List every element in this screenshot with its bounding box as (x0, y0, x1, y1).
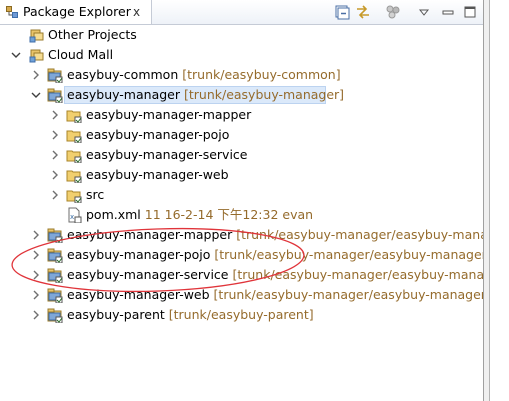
project-icon (47, 287, 63, 303)
project-icon (47, 247, 63, 263)
package-explorer-view: Package Explorer ⅹ Other Projects Cloud … (0, 0, 484, 401)
tree-item-module-service[interactable]: easybuy-manager-service (0, 145, 483, 165)
folder-icon (66, 147, 82, 163)
working-set-icon (29, 47, 45, 63)
collapsed-twisty-icon[interactable] (49, 149, 61, 161)
tree-item-label-wrap: easybuy-manager-service [trunk/easybuy-m… (67, 267, 483, 283)
tree-item-label-wrap: easybuy-parent [trunk/easybuy-parent] (67, 307, 314, 323)
tree-item-label: easybuy-manager-service (86, 147, 248, 162)
collapsed-twisty-icon[interactable] (49, 129, 61, 141)
tree-item-label-wrap: easybuy-manager-pojo [trunk/easybuy-mana… (67, 247, 483, 263)
project-icon (47, 267, 63, 283)
tree-item-project-pojo[interactable]: easybuy-manager-pojo [trunk/easybuy-mana… (0, 245, 483, 265)
maximize-icon[interactable] (462, 4, 478, 20)
tree-item-label: src (86, 187, 105, 202)
link-with-editor-icon[interactable] (355, 4, 371, 20)
project-tree: Other Projects Cloud Mall easybuy-common… (0, 25, 483, 401)
tree-item-other-projects[interactable]: Other Projects (0, 25, 483, 45)
project-icon (47, 227, 63, 243)
tree-item-label-wrap: easybuy-manager [trunk/easybuy-manager] (67, 87, 344, 103)
collapse-all-icon[interactable] (334, 4, 350, 20)
file-name: pom.xml (86, 207, 141, 222)
project-name: easybuy-manager (67, 87, 180, 102)
tree-item-module-pojo[interactable]: easybuy-manager-pojo (0, 125, 483, 145)
collapsed-twisty-icon[interactable] (30, 229, 42, 241)
tree-item-label: easybuy-manager-pojo (86, 127, 230, 142)
collapsed-twisty-icon[interactable] (30, 249, 42, 261)
tree-item-pom-xml[interactable]: pom.xml 11 16-2-14 下午12:32 evan (0, 205, 483, 225)
adjacent-view-panel (489, 0, 509, 401)
tree-item-project-parent[interactable]: easybuy-parent [trunk/easybuy-parent] (0, 305, 483, 325)
view-tab-bar: Package Explorer ⅹ (0, 0, 483, 25)
tree-item-project-mapper[interactable]: easybuy-manager-mapper [trunk/easybuy-ma… (0, 225, 483, 245)
tree-item-easybuy-common[interactable]: easybuy-common [trunk/easybuy-common] (0, 65, 483, 85)
focus-task-icon[interactable] (385, 4, 401, 20)
collapsed-twisty-icon[interactable] (30, 269, 42, 281)
tree-item-easybuy-manager[interactable]: easybuy-manager [trunk/easybuy-manager] (0, 85, 483, 105)
expanded-twisty-icon[interactable] (10, 49, 22, 61)
project-name: easybuy-manager-service (67, 267, 229, 282)
xml-file-icon (66, 207, 82, 223)
tree-item-label: easybuy-manager-mapper (86, 107, 252, 122)
project-name: easybuy-manager-web (67, 287, 210, 302)
working-set-icon (29, 27, 45, 43)
svn-decoration: [trunk/easybuy-manager] (183, 87, 345, 102)
tree-item-label-wrap: easybuy-common [trunk/easybuy-common] (67, 67, 341, 83)
expanded-twisty-icon[interactable] (30, 89, 42, 101)
collapsed-twisty-icon[interactable] (30, 309, 42, 321)
collapsed-twisty-icon[interactable] (49, 189, 61, 201)
view-menu-icon[interactable] (416, 4, 432, 20)
project-name: easybuy-manager-mapper (67, 227, 233, 242)
collapsed-twisty-icon[interactable] (30, 69, 42, 81)
project-name: easybuy-common (67, 67, 179, 82)
folder-icon (66, 107, 82, 123)
project-name: easybuy-manager-pojo (67, 247, 211, 262)
collapsed-twisty-icon[interactable] (30, 289, 42, 301)
tree-item-label: Cloud Mall (48, 47, 114, 62)
adjacent-view-edge (484, 0, 509, 401)
svn-decoration: [trunk/easybuy-manager/easybuy-manager-s (232, 267, 483, 282)
tree-item-project-service[interactable]: easybuy-manager-service [trunk/easybuy-m… (0, 265, 483, 285)
tree-item-label-wrap: easybuy-manager-mapper [trunk/easybuy-ma… (67, 227, 483, 243)
tab-title: Package Explorer (23, 4, 131, 19)
minimize-icon[interactable] (440, 4, 456, 20)
tree-item-module-mapper[interactable]: easybuy-manager-mapper (0, 105, 483, 125)
project-icon (47, 87, 63, 103)
svn-decoration: [trunk/easybuy-common] (182, 67, 341, 82)
svn-decoration: 11 16-2-14 下午12:32 evan (144, 207, 314, 222)
svn-decoration: [trunk/easybuy-parent] (168, 307, 314, 322)
tree-item-label: easybuy-manager-web (86, 167, 229, 182)
tab-package-explorer[interactable]: Package Explorer ⅹ (0, 0, 152, 24)
close-icon[interactable]: ⅹ (133, 5, 140, 19)
folder-icon (66, 127, 82, 143)
svn-decoration: [trunk/easybuy-manager/easybuy-manager- (236, 227, 483, 242)
tree-item-label-wrap: easybuy-manager-web [trunk/easybuy-manag… (67, 287, 483, 303)
svn-decoration: [trunk/easybuy-manager/easybuy-manager-p… (214, 247, 483, 262)
svn-decoration: [trunk/easybuy-manager/easybuy-manager-w… (213, 287, 483, 302)
project-icon (47, 307, 63, 323)
folder-icon (66, 187, 82, 203)
folder-icon (66, 167, 82, 183)
tree-item-src[interactable]: src (0, 185, 483, 205)
tree-item-module-web[interactable]: easybuy-manager-web (0, 165, 483, 185)
project-name: easybuy-parent (67, 307, 165, 322)
package-explorer-icon (6, 6, 18, 18)
collapsed-twisty-icon[interactable] (49, 109, 61, 121)
tree-item-project-web[interactable]: easybuy-manager-web [trunk/easybuy-manag… (0, 285, 483, 305)
collapsed-twisty-icon[interactable] (49, 169, 61, 181)
tree-item-cloud-mall[interactable]: Cloud Mall (0, 45, 483, 65)
tree-item-label-wrap: pom.xml 11 16-2-14 下午12:32 evan (86, 207, 313, 223)
tree-item-label: Other Projects (48, 27, 137, 42)
project-icon (47, 67, 63, 83)
